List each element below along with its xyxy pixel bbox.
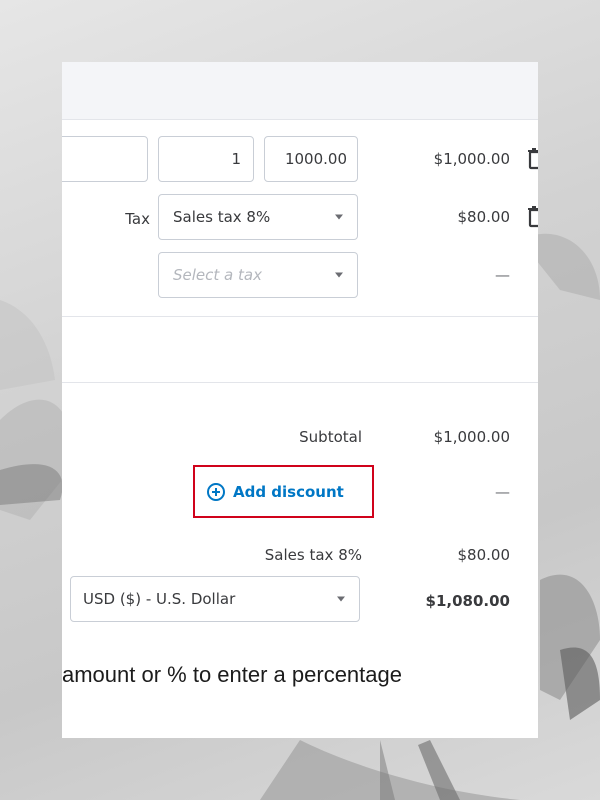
invoice-screenshot: 1 1000.00 $1,000.00 Tax Sales tax 8% $80… bbox=[62, 120, 538, 634]
sales-tax-label: Sales tax 8% bbox=[264, 546, 362, 564]
tax-amount: $80.00 bbox=[457, 208, 511, 226]
divider bbox=[62, 316, 538, 317]
empty-tax-amount: — bbox=[495, 266, 510, 284]
chevron-down-icon bbox=[335, 272, 343, 278]
add-discount-button[interactable]: Add discount bbox=[207, 482, 344, 501]
trash-icon[interactable] bbox=[528, 206, 538, 228]
divider bbox=[62, 382, 538, 383]
sales-tax-value: $80.00 bbox=[457, 546, 511, 564]
add-discount-highlight: Add discount bbox=[193, 465, 374, 518]
top-bar bbox=[62, 62, 538, 120]
line-amount: $1,000.00 bbox=[433, 150, 510, 168]
currency-select[interactable]: USD ($) - U.S. Dollar bbox=[70, 576, 360, 622]
tax-select-placeholder: Select a tax bbox=[173, 266, 262, 284]
quantity-value: 1 bbox=[231, 150, 241, 168]
tax-select-empty[interactable]: Select a tax bbox=[158, 252, 358, 298]
subtotal-label: Subtotal bbox=[299, 428, 362, 446]
subtotal-value: $1,000.00 bbox=[433, 428, 510, 446]
add-discount-label: Add discount bbox=[233, 482, 344, 501]
rate-value: 1000.00 bbox=[284, 150, 347, 168]
tax-select[interactable]: Sales tax 8% bbox=[158, 194, 358, 240]
tax-select-value: Sales tax 8% bbox=[173, 208, 271, 226]
add-circle-icon bbox=[207, 482, 225, 501]
rate-field[interactable]: 1000.00 bbox=[264, 136, 358, 182]
total-value: $1,080.00 bbox=[425, 592, 510, 610]
chevron-down-icon bbox=[335, 214, 343, 220]
caption-text: amount or % to enter a percentage bbox=[62, 662, 402, 687]
currency-value: USD ($) - U.S. Dollar bbox=[83, 590, 236, 608]
discount-value: — bbox=[495, 483, 510, 501]
tutorial-card: 1 1000.00 $1,000.00 Tax Sales tax 8% $80… bbox=[62, 62, 538, 738]
description-field[interactable] bbox=[62, 136, 148, 182]
trash-icon[interactable] bbox=[528, 148, 538, 170]
tax-label: Tax bbox=[125, 210, 150, 228]
chevron-down-icon bbox=[337, 596, 345, 602]
quantity-field[interactable]: 1 bbox=[158, 136, 254, 182]
